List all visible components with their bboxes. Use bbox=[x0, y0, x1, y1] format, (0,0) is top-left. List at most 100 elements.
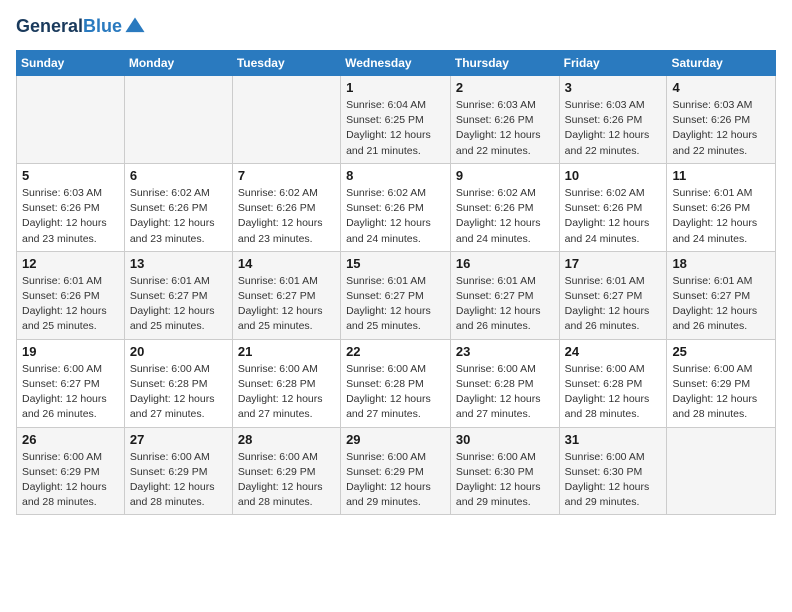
day-number: 13 bbox=[130, 256, 227, 271]
day-number: 7 bbox=[238, 168, 335, 183]
day-number: 6 bbox=[130, 168, 227, 183]
day-cell: 6 Sunrise: 6:02 AMSunset: 6:26 PMDaylight… bbox=[124, 163, 232, 251]
day-number: 1 bbox=[346, 80, 445, 95]
day-number: 30 bbox=[456, 432, 554, 447]
day-info: Sunrise: 6:02 AMSunset: 6:26 PMDaylight:… bbox=[565, 186, 662, 247]
day-info: Sunrise: 6:00 AMSunset: 6:27 PMDaylight:… bbox=[22, 362, 119, 423]
day-number: 15 bbox=[346, 256, 445, 271]
day-number: 17 bbox=[565, 256, 662, 271]
day-info: Sunrise: 6:00 AMSunset: 6:30 PMDaylight:… bbox=[565, 450, 662, 511]
day-cell: 15Sunrise: 6:01 AMSunset: 6:27 PMDayligh… bbox=[341, 251, 451, 339]
day-number: 25 bbox=[672, 344, 770, 359]
day-info: Sunrise: 6:01 AMSunset: 6:27 PMDaylight:… bbox=[672, 274, 770, 335]
day-cell: 12 Sunrise: 6:01 AMSunset: 6:26 PMDayligh… bbox=[17, 251, 125, 339]
day-cell: 18 Sunrise: 6:01 AMSunset: 6:27 PMDayligh… bbox=[667, 251, 776, 339]
day-info: Sunrise: 6:01 AMSunset: 6:27 PMDaylight:… bbox=[456, 274, 554, 335]
day-info: Sunrise: 6:03 AMSunset: 6:26 PMDaylight:… bbox=[22, 186, 119, 247]
day-number: 27 bbox=[130, 432, 227, 447]
logo: GeneralBlue bbox=[16, 16, 146, 38]
week-row-1: 5Sunrise: 6:03 AMSunset: 6:26 PMDaylight… bbox=[17, 163, 776, 251]
day-info: Sunrise: 6:01 AMSunset: 6:27 PMDaylight:… bbox=[130, 274, 227, 335]
day-cell: 1 Sunrise: 6:04 AMSunset: 6:25 PMDaylight… bbox=[341, 76, 451, 164]
day-number: 29 bbox=[346, 432, 445, 447]
day-cell bbox=[17, 76, 125, 164]
day-number: 3 bbox=[565, 80, 662, 95]
day-cell: 16 Sunrise: 6:01 AMSunset: 6:27 PMDayligh… bbox=[450, 251, 559, 339]
day-cell bbox=[232, 76, 340, 164]
header-cell-sunday: Sunday bbox=[17, 51, 125, 76]
day-cell: 2Sunrise: 6:03 AMSunset: 6:26 PMDaylight… bbox=[450, 76, 559, 164]
day-cell: 29Sunrise: 6:00 AMSunset: 6:29 PMDayligh… bbox=[341, 427, 451, 515]
day-cell: 10 Sunrise: 6:02 AMSunset: 6:26 PMDayligh… bbox=[559, 163, 667, 251]
day-cell: 3 Sunrise: 6:03 AMSunset: 6:26 PMDaylight… bbox=[559, 76, 667, 164]
day-cell: 22 Sunrise: 6:00 AMSunset: 6:28 PMDayligh… bbox=[341, 339, 451, 427]
day-info: Sunrise: 6:03 AMSunset: 6:26 PMDaylight:… bbox=[456, 98, 554, 159]
day-info: Sunrise: 6:03 AMSunset: 6:26 PMDaylight:… bbox=[672, 98, 770, 159]
day-number: 18 bbox=[672, 256, 770, 271]
day-cell: 27 Sunrise: 6:00 AMSunset: 6:29 PMDayligh… bbox=[124, 427, 232, 515]
day-number: 26 bbox=[22, 432, 119, 447]
day-info: Sunrise: 6:03 AMSunset: 6:26 PMDaylight:… bbox=[565, 98, 662, 159]
day-number: 4 bbox=[672, 80, 770, 95]
day-number: 10 bbox=[565, 168, 662, 183]
week-row-0: 1 Sunrise: 6:04 AMSunset: 6:25 PMDaylight… bbox=[17, 76, 776, 164]
day-cell: 17 Sunrise: 6:01 AMSunset: 6:27 PMDayligh… bbox=[559, 251, 667, 339]
day-number: 24 bbox=[565, 344, 662, 359]
day-info: Sunrise: 6:01 AMSunset: 6:26 PMDaylight:… bbox=[22, 274, 119, 335]
day-info: Sunrise: 6:00 AMSunset: 6:28 PMDaylight:… bbox=[130, 362, 227, 423]
calendar-table: SundayMondayTuesdayWednesdayThursdayFrid… bbox=[16, 50, 776, 515]
day-cell: 7 Sunrise: 6:02 AMSunset: 6:26 PMDaylight… bbox=[232, 163, 340, 251]
day-number: 22 bbox=[346, 344, 445, 359]
day-cell bbox=[667, 427, 776, 515]
day-info: Sunrise: 6:00 AMSunset: 6:28 PMDaylight:… bbox=[346, 362, 445, 423]
week-row-3: 19 Sunrise: 6:00 AMSunset: 6:27 PMDayligh… bbox=[17, 339, 776, 427]
calendar-header: SundayMondayTuesdayWednesdayThursdayFrid… bbox=[17, 51, 776, 76]
logo-text: GeneralBlue bbox=[16, 17, 122, 37]
day-info: Sunrise: 6:02 AMSunset: 6:26 PMDaylight:… bbox=[346, 186, 445, 247]
logo-icon bbox=[124, 16, 146, 38]
day-info: Sunrise: 6:02 AMSunset: 6:26 PMDaylight:… bbox=[238, 186, 335, 247]
day-cell bbox=[124, 76, 232, 164]
day-number: 19 bbox=[22, 344, 119, 359]
week-row-4: 26 Sunrise: 6:00 AMSunset: 6:29 PMDayligh… bbox=[17, 427, 776, 515]
day-cell: 5Sunrise: 6:03 AMSunset: 6:26 PMDaylight… bbox=[17, 163, 125, 251]
day-cell: 11 Sunrise: 6:01 AMSunset: 6:26 PMDayligh… bbox=[667, 163, 776, 251]
day-number: 31 bbox=[565, 432, 662, 447]
day-number: 11 bbox=[672, 168, 770, 183]
day-cell: 24 Sunrise: 6:00 AMSunset: 6:28 PMDayligh… bbox=[559, 339, 667, 427]
header-cell-tuesday: Tuesday bbox=[232, 51, 340, 76]
day-info: Sunrise: 6:00 AMSunset: 6:29 PMDaylight:… bbox=[22, 450, 119, 511]
day-cell: 19 Sunrise: 6:00 AMSunset: 6:27 PMDayligh… bbox=[17, 339, 125, 427]
day-number: 12 bbox=[22, 256, 119, 271]
day-info: Sunrise: 6:01 AMSunset: 6:27 PMDaylight:… bbox=[565, 274, 662, 335]
day-number: 9 bbox=[456, 168, 554, 183]
day-info: Sunrise: 6:00 AMSunset: 6:28 PMDaylight:… bbox=[565, 362, 662, 423]
day-info: Sunrise: 6:00 AMSunset: 6:29 PMDaylight:… bbox=[672, 362, 770, 423]
day-cell: 21 Sunrise: 6:00 AMSunset: 6:28 PMDayligh… bbox=[232, 339, 340, 427]
day-info: Sunrise: 6:01 AMSunset: 6:26 PMDaylight:… bbox=[672, 186, 770, 247]
day-info: Sunrise: 6:00 AMSunset: 6:29 PMDaylight:… bbox=[238, 450, 335, 511]
day-cell: 30 Sunrise: 6:00 AMSunset: 6:30 PMDayligh… bbox=[450, 427, 559, 515]
calendar-body: 1 Sunrise: 6:04 AMSunset: 6:25 PMDaylight… bbox=[17, 76, 776, 515]
day-info: Sunrise: 6:04 AMSunset: 6:25 PMDaylight:… bbox=[346, 98, 445, 159]
day-info: Sunrise: 6:00 AMSunset: 6:29 PMDaylight:… bbox=[130, 450, 227, 511]
header-cell-thursday: Thursday bbox=[450, 51, 559, 76]
week-row-2: 12 Sunrise: 6:01 AMSunset: 6:26 PMDayligh… bbox=[17, 251, 776, 339]
day-number: 23 bbox=[456, 344, 554, 359]
day-number: 14 bbox=[238, 256, 335, 271]
day-cell: 26 Sunrise: 6:00 AMSunset: 6:29 PMDayligh… bbox=[17, 427, 125, 515]
day-cell: 9 Sunrise: 6:02 AMSunset: 6:26 PMDaylight… bbox=[450, 163, 559, 251]
day-cell: 14Sunrise: 6:01 AMSunset: 6:27 PMDayligh… bbox=[232, 251, 340, 339]
header: GeneralBlue bbox=[16, 16, 776, 38]
day-cell: 4 Sunrise: 6:03 AMSunset: 6:26 PMDaylight… bbox=[667, 76, 776, 164]
day-number: 8 bbox=[346, 168, 445, 183]
day-number: 21 bbox=[238, 344, 335, 359]
day-info: Sunrise: 6:02 AMSunset: 6:26 PMDaylight:… bbox=[130, 186, 227, 247]
day-info: Sunrise: 6:00 AMSunset: 6:28 PMDaylight:… bbox=[238, 362, 335, 423]
day-cell: 25 Sunrise: 6:00 AMSunset: 6:29 PMDayligh… bbox=[667, 339, 776, 427]
day-cell: 20Sunrise: 6:00 AMSunset: 6:28 PMDayligh… bbox=[124, 339, 232, 427]
day-number: 16 bbox=[456, 256, 554, 271]
day-info: Sunrise: 6:02 AMSunset: 6:26 PMDaylight:… bbox=[456, 186, 554, 247]
header-row: SundayMondayTuesdayWednesdayThursdayFrid… bbox=[17, 51, 776, 76]
day-info: Sunrise: 6:00 AMSunset: 6:30 PMDaylight:… bbox=[456, 450, 554, 511]
